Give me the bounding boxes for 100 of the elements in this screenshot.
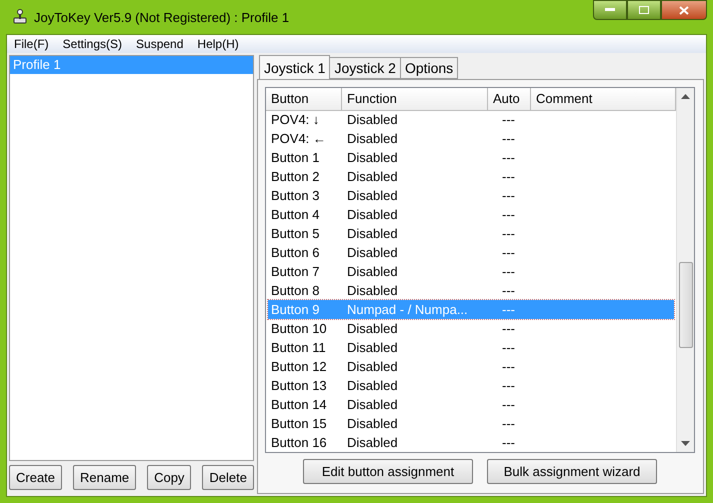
table-cell-text: Disabled	[346, 206, 399, 224]
table-cell-text: ---	[501, 396, 516, 414]
table-cell-text: Numpad - / Numpa...	[346, 301, 469, 319]
table-cell-text: Disabled	[346, 225, 399, 243]
table-cell-text: Button 6	[270, 244, 320, 262]
table-cell-text: Button 11	[270, 339, 327, 357]
table-cell-text: Disabled	[346, 130, 399, 148]
joystick-icon	[12, 9, 28, 25]
action-button[interactable]: Edit button assignment	[303, 459, 473, 484]
table-row[interactable]: Button 14 Disabled ---	[268, 395, 674, 414]
column-header[interactable]: Button	[266, 88, 342, 111]
table-cell-text: Button 4	[270, 206, 320, 224]
table-cell-text: Disabled	[346, 339, 399, 357]
table-cell-text: ---	[501, 358, 516, 376]
table-row[interactable]: Button 13 Disabled ---	[268, 376, 674, 395]
table-cell-text: ---	[501, 282, 516, 300]
tab[interactable]: Joystick 1	[259, 55, 330, 79]
table-cell-text: ---	[501, 320, 516, 338]
action-button[interactable]: Bulk assignment wizard	[487, 459, 657, 484]
table-cell-text: Button 10	[270, 320, 328, 338]
table-cell-text: Button 12	[270, 358, 328, 376]
table-cell-text: POV4: ↓	[270, 111, 320, 129]
close-button[interactable]	[661, 0, 707, 20]
table-cell-text: Button 9	[270, 301, 320, 319]
scroll-down-icon[interactable]	[681, 440, 690, 446]
table-cell-text: ---	[501, 111, 516, 129]
table-row[interactable]: Button 15 Disabled ---	[268, 414, 674, 433]
column-header[interactable]: Auto	[488, 88, 531, 111]
table-row[interactable]: Button 7 Disabled ---	[268, 262, 674, 281]
table-cell-text: Disabled	[346, 187, 399, 205]
table-row[interactable]: POV4: ↓ Disabled ---	[268, 110, 674, 129]
table-cell-text: Button 13	[270, 377, 328, 395]
table-cell-text: Disabled	[346, 396, 399, 414]
table-row[interactable]: Button 8 Disabled ---	[268, 281, 674, 300]
table-cell-text: Button 8	[270, 282, 320, 300]
profile-button[interactable]: Rename	[72, 465, 136, 490]
menu-item[interactable]: Settings(S)	[56, 35, 130, 53]
menu-item[interactable]: File(F)	[7, 35, 56, 53]
table-row[interactable]: Button 10 Disabled ---	[268, 319, 674, 338]
table-cell-text: ---	[501, 206, 516, 224]
table-cell-text: Disabled	[346, 320, 399, 338]
table-cell-text: ---	[501, 225, 516, 243]
table-cell-text: ---	[501, 434, 516, 452]
table-row[interactable]: POV4: ← Disabled ---	[268, 129, 674, 148]
table-row[interactable]: Button 16 Disabled ---	[268, 433, 674, 452]
table-cell-text: ---	[501, 415, 516, 433]
close-icon	[679, 6, 689, 14]
table-cell-text: Button 15	[270, 415, 328, 433]
table-row[interactable]: Button 1 Disabled ---	[268, 148, 674, 167]
table-cell-text: Button 1	[270, 149, 320, 167]
maximize-button[interactable]	[627, 0, 661, 20]
maximize-icon	[639, 6, 649, 14]
table-row[interactable]: Button 12 Disabled ---	[268, 357, 674, 376]
table-row[interactable]: Button 5 Disabled ---	[268, 224, 674, 243]
column-header[interactable]: Comment	[531, 88, 676, 111]
table-cell-text: ---	[501, 187, 516, 205]
table-cell-text: ---	[501, 149, 516, 167]
table-row[interactable]: Button 4 Disabled ---	[268, 205, 674, 224]
table-cell-text: Button 5	[270, 225, 320, 243]
table-row[interactable]: Button 11 Disabled ---	[268, 338, 674, 357]
table-cell-text: ---	[501, 377, 516, 395]
menu-item[interactable]: Suspend	[129, 35, 190, 53]
table-row[interactable]: Button 6 Disabled ---	[268, 243, 674, 262]
table-cell-text: ---	[501, 263, 516, 281]
table-cell-text: Disabled	[346, 149, 399, 167]
table-cell-text: ---	[501, 339, 516, 357]
table-row[interactable]: Button 3 Disabled ---	[268, 186, 674, 205]
table-cell-text: Button 7	[270, 263, 320, 281]
table-cell-text: Button 16	[270, 434, 328, 452]
table-cell-text: ---	[501, 301, 516, 319]
minimize-button[interactable]	[593, 0, 627, 20]
table-cell-text: Button 14	[270, 396, 328, 414]
table-cell-text: Disabled	[346, 282, 399, 300]
table-cell-text: Disabled	[346, 415, 399, 433]
column-header[interactable]: Function	[342, 88, 488, 111]
table-cell-text: ---	[501, 168, 516, 186]
table-cell-text: POV4: ←	[270, 130, 327, 148]
table-cell-text: Disabled	[346, 168, 399, 186]
scroll-thumb[interactable]	[679, 262, 693, 348]
table-cell-text: ---	[501, 130, 516, 148]
table-cell-text: Disabled	[346, 358, 399, 376]
table-cell-text: Disabled	[346, 111, 399, 129]
menu-item[interactable]: Help(H)	[190, 35, 246, 53]
minimize-icon	[605, 8, 615, 12]
window-title: JoyToKey Ver5.9 (Not Registered) : Profile 1	[34, 10, 290, 24]
table-cell-text: Button 3	[270, 187, 320, 205]
scrollbar[interactable]	[676, 88, 694, 452]
table-cell-text: Disabled	[346, 434, 399, 452]
table-cell-text: Disabled	[346, 377, 399, 395]
profile-button[interactable]: Copy	[147, 465, 192, 490]
table-row[interactable]: Button 2 Disabled ---	[268, 167, 674, 186]
table-cell-text: ---	[501, 244, 516, 262]
tab[interactable]: Joystick 2	[329, 57, 401, 79]
scroll-up-icon[interactable]	[681, 94, 690, 100]
table-cell-text: Disabled	[346, 244, 399, 262]
profile-button[interactable]: Delete	[202, 465, 254, 490]
profile-button[interactable]: Create	[9, 465, 62, 490]
table-cell-text: Disabled	[346, 263, 399, 281]
tab[interactable]: Options	[400, 57, 458, 79]
table-cell-text: Button 2	[270, 168, 320, 186]
